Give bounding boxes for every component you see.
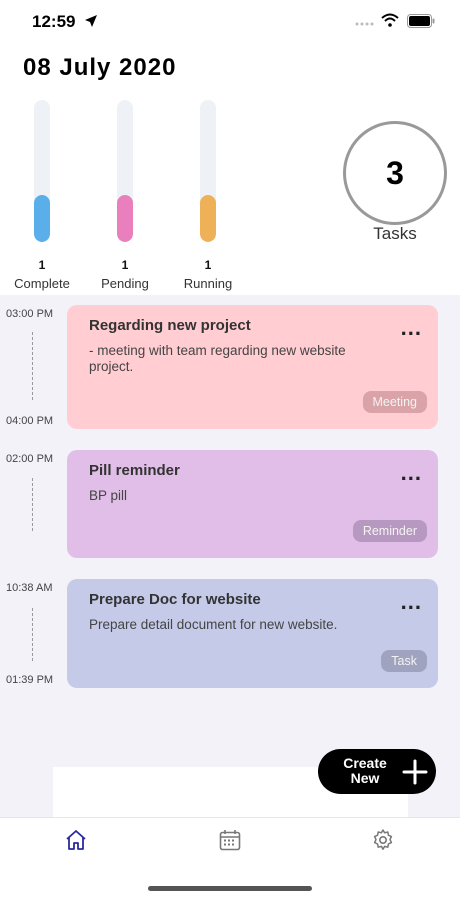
task-description: Prepare detail document for new website. <box>89 617 338 632</box>
task-card[interactable]: Prepare Doc for website Prepare detail d… <box>67 579 438 688</box>
nav-home[interactable] <box>64 828 88 852</box>
calendar-icon <box>219 830 241 851</box>
stat-count: 1 <box>204 258 212 272</box>
progress-fill-complete <box>34 195 50 242</box>
create-new-label: Create New <box>343 755 387 786</box>
stat-label: Complete <box>14 276 70 291</box>
more-options-icon[interactable]: ... <box>401 460 422 486</box>
stat-label: Running <box>183 276 233 291</box>
stat-count: 1 <box>38 258 46 272</box>
end-time: 04:00 PM <box>6 415 54 427</box>
page-title: 08 July 2020 <box>23 54 177 81</box>
task-title: Pill reminder <box>89 462 180 479</box>
stat-label: Pending <box>101 276 149 291</box>
plus-icon <box>402 759 428 785</box>
task-title: Regarding new project <box>89 317 251 334</box>
progress-fill-running <box>200 195 216 242</box>
schedule-list: 03:00 PM 04:00 PM Regarding new project … <box>0 295 460 820</box>
progress-fill-pending <box>117 195 133 242</box>
home-indicator <box>148 886 312 891</box>
wifi-icon <box>381 13 399 27</box>
more-options-icon[interactable]: ... <box>401 589 422 615</box>
stat-count: 1 <box>121 258 129 272</box>
task-description: BP pill <box>89 488 128 503</box>
battery-icon <box>407 14 435 28</box>
task-tag: Task <box>381 650 427 672</box>
more-options-icon[interactable]: ... <box>401 315 422 341</box>
task-description: - meeting with team regarding new websit… <box>89 343 346 374</box>
progress-track <box>117 100 133 242</box>
tasks-count-circle: 3 <box>343 121 447 225</box>
nav-calendar[interactable] <box>218 828 242 852</box>
start-time: 03:00 PM <box>6 308 54 320</box>
tasks-label: Tasks <box>373 224 417 243</box>
end-time: 01:39 PM <box>6 674 54 686</box>
task-card[interactable]: Regarding new project - meeting with tea… <box>67 305 438 429</box>
gear-icon <box>373 829 393 850</box>
home-icon <box>66 830 86 850</box>
time-connector <box>32 608 33 661</box>
nav-settings[interactable] <box>371 828 395 852</box>
task-title: Prepare Doc for website <box>89 591 261 608</box>
task-tag: Reminder <box>352 520 427 542</box>
start-time: 02:00 PM <box>6 453 54 465</box>
location-arrow-icon <box>85 15 97 27</box>
create-new-button[interactable]: Create New <box>318 749 436 794</box>
task-card[interactable]: Pill reminder BP pill ... Reminder <box>67 450 438 558</box>
time-connector <box>32 332 33 400</box>
task-tag: Meeting <box>362 391 427 413</box>
progress-track <box>200 100 216 242</box>
start-time: 10:38 AM <box>6 582 53 594</box>
progress-track <box>34 100 50 242</box>
status-time: 12:59 <box>32 12 76 31</box>
status-bar: 12:59 <box>0 0 460 44</box>
signal-dots-icon <box>355 22 374 26</box>
time-connector <box>32 478 33 531</box>
